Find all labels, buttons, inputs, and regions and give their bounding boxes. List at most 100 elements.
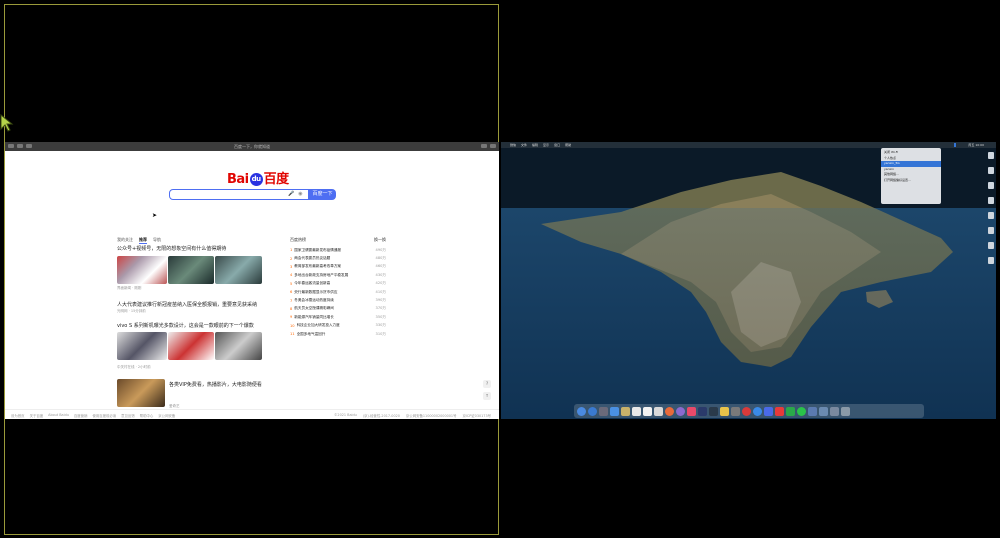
desktop-file-icon[interactable] <box>988 167 994 174</box>
news-thumbnail[interactable] <box>215 256 262 284</box>
sidebar-toggle-button[interactable] <box>26 144 32 148</box>
news-thumbnail[interactable] <box>117 379 165 407</box>
menu-help[interactable]: 帮助 <box>565 143 571 147</box>
news-item-meta: 中关村在线 · 2小时前 <box>117 365 151 369</box>
footer-link[interactable]: 百度营销 <box>74 413 88 418</box>
folder-icon[interactable] <box>819 406 828 416</box>
hot-list-item[interactable]: 8 航天员太空授课精彩瞬间 370万 <box>290 305 386 313</box>
system-preferences-icon[interactable] <box>599 406 608 416</box>
news-thumbnail[interactable] <box>168 332 214 360</box>
hot-list-item[interactable]: 3 教育部发布最新高考改革方案 460万 <box>290 263 386 271</box>
browser-address-bar[interactable]: 百度一下，你就知道 <box>234 144 270 150</box>
screenshot-icon[interactable] <box>808 406 817 416</box>
menubar-left: 微信 文件 编辑 显示 窗口 帮助 <box>505 143 571 147</box>
footer-link[interactable]: 关于百度 <box>30 413 44 418</box>
notes-icon[interactable] <box>621 406 630 416</box>
messages-icon[interactable] <box>786 406 795 416</box>
menu-edit[interactable]: 编辑 <box>532 143 538 147</box>
menu-file[interactable]: 文件 <box>521 143 527 147</box>
footer-link[interactable]: 设为首页 <box>11 413 25 418</box>
hot-list-item[interactable]: 1 国家卫健委最新发布疫情通报 490万 <box>290 246 386 254</box>
clock-text[interactable]: 周五 10:00 <box>968 143 984 147</box>
hot-list-item[interactable]: 10 科技企业加大研发投入力度 330万 <box>290 322 386 330</box>
footer-link[interactable]: 京ICP证030173号 <box>462 413 491 418</box>
xmind-icon[interactable] <box>775 406 784 416</box>
hot-list-item[interactable]: 7 冬奥会冰雪运动热度持续 390万 <box>290 296 386 304</box>
wifi-icon[interactable] <box>954 143 957 147</box>
news-item-meta: 光明网 · 15分钟前 <box>117 309 146 313</box>
desktop-file-icon[interactable] <box>988 182 994 189</box>
desktop-file-icon[interactable] <box>988 227 994 234</box>
menu-view[interactable]: 显示 <box>543 143 549 147</box>
finder-icon[interactable] <box>577 406 586 416</box>
tab-recommend[interactable]: 推荐 <box>139 237 147 244</box>
qq-icon[interactable] <box>764 406 773 416</box>
news-thumbnail[interactable] <box>117 256 167 284</box>
reminders-icon[interactable] <box>643 406 652 416</box>
footer-link[interactable]: (京)-经营性-2017-0020 <box>363 413 400 418</box>
textedit-icon[interactable] <box>654 406 663 416</box>
camera-search-icon[interactable]: ◉ <box>298 191 302 197</box>
voice-search-icon[interactable]: 🎤 <box>288 191 294 197</box>
footer-link[interactable]: 意见反馈 <box>121 413 135 418</box>
app-store-icon[interactable] <box>610 406 619 416</box>
photoshop-icon[interactable] <box>698 406 707 416</box>
desktop-file-icon[interactable] <box>988 242 994 249</box>
news-thumbnail[interactable] <box>215 332 262 360</box>
news-thumbnail[interactable] <box>117 332 167 360</box>
hot-list-item[interactable]: 4 多地出台新政支持房地产平稳发展 430万 <box>290 271 386 279</box>
hot-list-item[interactable]: 2 两会代表委员热议话题 480万 <box>290 254 386 262</box>
music-icon[interactable] <box>687 406 696 416</box>
lightroom-icon[interactable] <box>709 406 718 416</box>
desktop-file-icon[interactable] <box>988 152 994 159</box>
menu-window[interactable]: 窗口 <box>554 143 560 147</box>
tab-following[interactable]: 我的关注 <box>117 237 133 244</box>
news-item-title[interactable]: 公众号+视频号，无限的想象空间有什么值得期待 <box>117 245 226 252</box>
tab-navigation[interactable]: 导航 <box>153 237 161 244</box>
footer-link[interactable]: 京公网安备11000002000001号 <box>406 413 457 418</box>
footer-link[interactable]: About Baidu <box>48 413 69 418</box>
search-button[interactable]: 百度一下 <box>309 189 336 200</box>
feedback-icon[interactable]: ? <box>483 380 491 388</box>
side-floating-buttons: ? ↑ <box>483 380 491 400</box>
baidu-netdisk-icon[interactable] <box>742 406 751 416</box>
back-button[interactable] <box>8 144 14 148</box>
safari-icon[interactable] <box>753 406 762 416</box>
wechat-icon[interactable] <box>797 406 806 416</box>
news-item-title[interactable]: 各类VIP免费看，热播影片，大电影随便看 <box>169 381 262 388</box>
podcasts-icon[interactable] <box>676 406 685 416</box>
desktop-file-icon[interactable] <box>988 257 994 264</box>
search-input[interactable] <box>170 199 308 209</box>
back-to-top-icon[interactable]: ↑ <box>483 392 491 400</box>
hot-list-item[interactable]: 9 新能源汽车销量同比增长 350万 <box>290 313 386 321</box>
trash-icon[interactable] <box>841 406 850 416</box>
baidu-logo[interactable]: Bai du 百度 <box>227 168 289 187</box>
footer-link[interactable]: 使用百度前必读 <box>92 413 116 418</box>
preview-icon[interactable] <box>731 406 740 416</box>
launchpad-icon[interactable] <box>588 406 597 416</box>
downloads-folder-icon[interactable] <box>830 406 839 416</box>
logo-text-bai: Bai <box>227 172 249 187</box>
photos-icon[interactable] <box>665 406 674 416</box>
hot-list-refresh[interactable]: 换一换 <box>374 237 386 243</box>
footer-link[interactable]: 京公网安备 <box>158 413 175 418</box>
footer-link[interactable]: 帮助中心 <box>140 413 154 418</box>
hot-list-item[interactable]: 5 今年春运客流量创新高 420万 <box>290 280 386 288</box>
news-item-title[interactable]: vivo S 系列新机曝光多款设计，这会是一款眼前的下一个爆款 <box>117 322 254 329</box>
hot-list: 1 国家卫健委最新发布疫情通报 490万 2 两会代表委员热议话题 480万 3 教育部发… <box>290 246 386 338</box>
tabs-overview-button[interactable] <box>490 144 496 148</box>
news-thumbnail[interactable] <box>168 256 214 284</box>
forward-button[interactable] <box>17 144 23 148</box>
share-button[interactable] <box>481 144 487 148</box>
desktop-file-icon[interactable] <box>988 212 994 219</box>
macos-desktop: 微信 文件 编辑 显示 窗口 帮助 周五 10:00 关闭 Wi-Fi 个人热点… <box>501 142 996 419</box>
hot-list-item[interactable]: 6 央行最新数据显示货币供应 410万 <box>290 288 386 296</box>
hot-list-item[interactable]: 11 全国多地气温回升 310万 <box>290 330 386 338</box>
wifi-menu-item[interactable]: 打开网络偏好设置... <box>881 178 941 184</box>
news-item-title[interactable]: 人大代表建议推行新冠疫苗纳入医保全额报销，重要意见获采纳 <box>117 301 257 308</box>
sketch-icon[interactable] <box>720 406 729 416</box>
calendar-icon[interactable] <box>632 406 641 416</box>
page-footer: 设为首页 关于百度 About Baidu 百度营销 使用百度前必读 意见反馈 … <box>5 409 499 419</box>
menu-app-name[interactable]: 微信 <box>510 143 516 147</box>
desktop-file-icon[interactable] <box>988 197 994 204</box>
